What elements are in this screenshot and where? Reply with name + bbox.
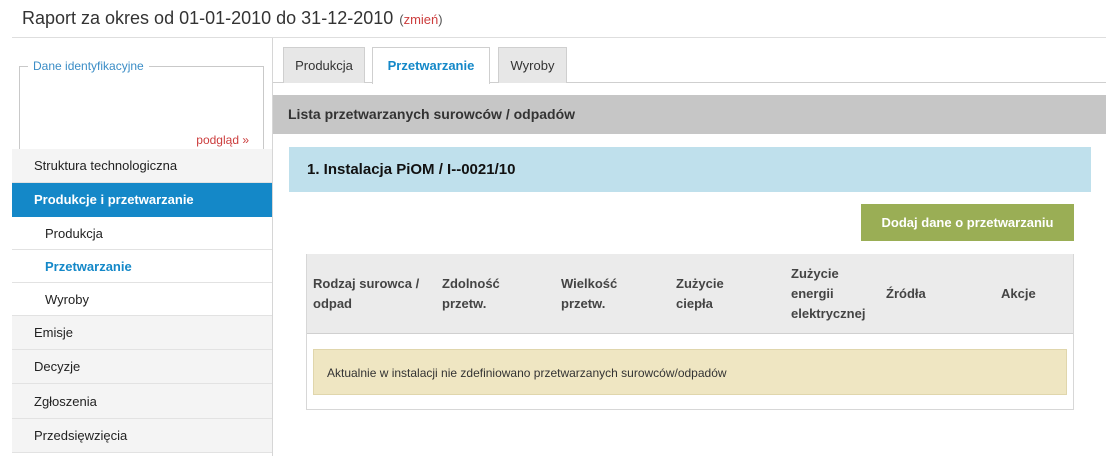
sidebar-menu: Struktura technologiczna Produkcje i prz… xyxy=(12,149,272,453)
column-header-line: Rodzaj surowca / xyxy=(313,276,420,291)
change-close-paren: ) xyxy=(438,12,443,27)
column-header-line: przetw. xyxy=(442,296,487,311)
sidebar-item-emissions[interactable]: Emisje xyxy=(12,316,272,350)
table-header: Rodzaj surowca / odpad Zdolność przetw. Wi… xyxy=(307,254,1073,334)
sidebar-subitem-products[interactable]: Wyroby xyxy=(12,283,272,316)
identification-legend: Dane identyfikacyjne xyxy=(28,58,149,74)
identification-panel: Dane identyfikacyjne podgląd » xyxy=(19,58,264,158)
column-header-line: Akcje xyxy=(1001,286,1036,301)
section-header: Lista przetwarzanych surowców / odpadów xyxy=(273,95,1106,134)
sidebar-item-projects[interactable]: Przedsięwzięcia xyxy=(12,419,272,453)
tab-processing[interactable]: Przetwarzanie xyxy=(372,47,490,84)
column-header-line: Wielkość xyxy=(561,276,618,291)
sidebar-item-notifications[interactable]: Zgłoszenia xyxy=(12,384,272,419)
sidebar-subitem-processing[interactable]: Przetwarzanie xyxy=(12,250,272,283)
column-header-line: Źródła xyxy=(886,286,926,301)
column-header-actions: Akcje xyxy=(1001,254,1061,334)
sidebar-item-production-and-processing[interactable]: Produkcje i przetwarzanie xyxy=(12,183,272,217)
column-header-line: przetw. xyxy=(561,296,606,311)
sidebar-subitem-production[interactable]: Produkcja xyxy=(12,217,272,250)
column-header-sources: Źródła xyxy=(886,254,966,334)
empty-table-message: Aktualnie w instalacji nie zdefiniowano … xyxy=(313,349,1067,395)
tab-production[interactable]: Produkcja xyxy=(283,47,365,83)
tab-bar: Produkcja Przetwarzanie Wyroby xyxy=(273,38,1106,84)
add-processing-data-button[interactable]: Dodaj dane o przetwarzaniu xyxy=(861,204,1074,241)
column-header-capacity: Zdolność przetw. xyxy=(442,254,542,334)
installation-header: 1. Instalacja PiOM / I--0021/10 xyxy=(289,147,1091,192)
page-title: Raport za okres od 01-01-2010 do 31-12-2… xyxy=(22,8,394,28)
column-header-heat-consumption: Zużycie ciepła xyxy=(676,254,766,334)
column-header-line: elektrycznej xyxy=(791,306,866,321)
column-header-line: Zużycie xyxy=(791,266,839,281)
column-header-line: energii xyxy=(791,286,834,301)
column-header-line: ciepła xyxy=(676,296,713,311)
tab-products[interactable]: Wyroby xyxy=(498,47,567,83)
column-header-electricity-consumption: Zużycie energii elektrycznej xyxy=(791,254,881,334)
main-content: Produkcja Przetwarzanie Wyroby Lista prz… xyxy=(273,38,1106,456)
sidebar-item-decisions[interactable]: Decyzje xyxy=(12,350,272,384)
column-header-line: Zdolność xyxy=(442,276,500,291)
column-header-line: odpad xyxy=(313,296,352,311)
preview-link[interactable]: podgląd » xyxy=(196,133,249,147)
change-period-link[interactable]: zmień xyxy=(404,12,439,27)
sidebar: Dane identyfikacyjne podgląd » Struktura… xyxy=(12,38,273,456)
column-header-quantity: Wielkość przetw. xyxy=(561,254,651,334)
column-header-material-type: Rodzaj surowca / odpad xyxy=(313,254,433,334)
report-title-bar: Raport za okres od 01-01-2010 do 31-12-2… xyxy=(22,8,443,32)
sidebar-item-technological-structure[interactable]: Struktura technologiczna xyxy=(12,149,272,183)
change-period: (zmień) xyxy=(399,12,442,27)
column-header-line: Zużycie xyxy=(676,276,724,291)
processing-table: Rodzaj surowca / odpad Zdolność przetw. Wi… xyxy=(306,254,1074,410)
